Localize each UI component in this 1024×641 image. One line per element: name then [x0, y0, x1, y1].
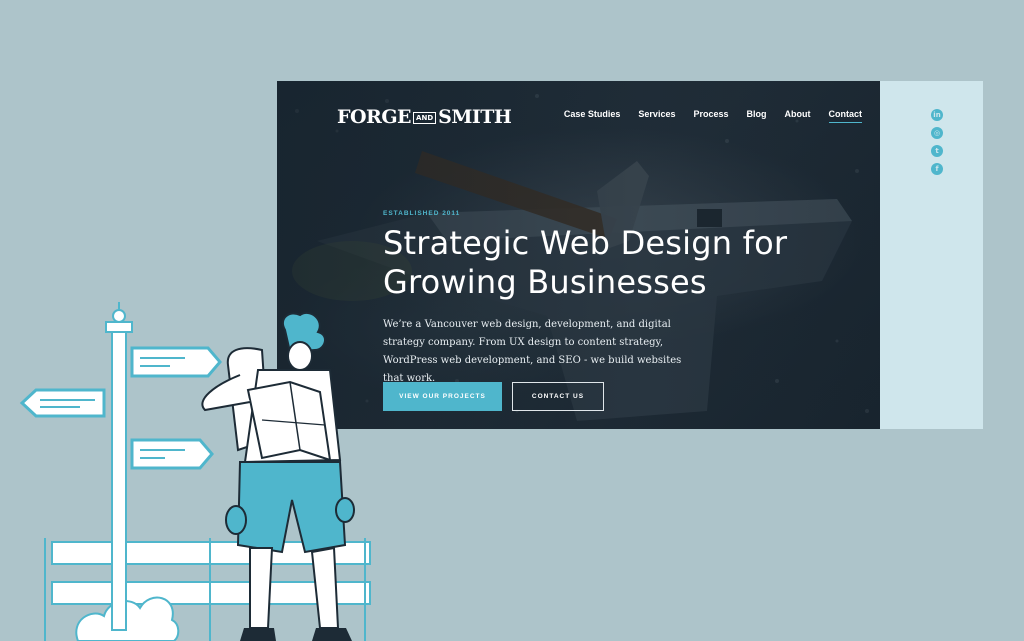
nav-services[interactable]: Services: [638, 109, 675, 123]
twitter-icon[interactable]: t: [931, 145, 943, 157]
social-links: in ◎ t f: [931, 109, 943, 181]
facebook-icon[interactable]: f: [931, 163, 943, 175]
established-label: ESTABLISHED 2011: [383, 210, 461, 217]
logo-word-forge: FORGE: [337, 106, 412, 128]
view-projects-button[interactable]: VIEW OUR PROJECTS: [383, 382, 502, 411]
traveler-signpost-illustration: [19, 302, 371, 641]
nav-blog[interactable]: Blog: [747, 109, 767, 123]
instagram-icon[interactable]: ◎: [931, 127, 943, 139]
linkedin-icon[interactable]: in: [931, 109, 943, 121]
logo-word-and: AND: [413, 112, 437, 124]
side-panel: [868, 81, 983, 429]
contact-us-button[interactable]: CONTACT US: [512, 382, 604, 411]
nav-about[interactable]: About: [785, 109, 811, 123]
logo-word-smith: SMITH: [438, 106, 512, 128]
hero-intro: We’re a Vancouver web design, developmen…: [383, 319, 682, 384]
brand-logo[interactable]: FORGE AND SMITH: [337, 106, 512, 128]
nav-contact[interactable]: Contact: [828, 109, 862, 123]
headline-line-1: Strategic Web Design for: [383, 224, 788, 262]
hero-headline: Strategic Web Design for Growing Busines…: [383, 224, 843, 302]
main-nav: Case Studies Services Process Blog About…: [546, 109, 862, 123]
nav-process[interactable]: Process: [693, 109, 728, 123]
nav-case-studies[interactable]: Case Studies: [564, 109, 621, 123]
headline-line-2: Growing Businesses: [383, 263, 707, 301]
